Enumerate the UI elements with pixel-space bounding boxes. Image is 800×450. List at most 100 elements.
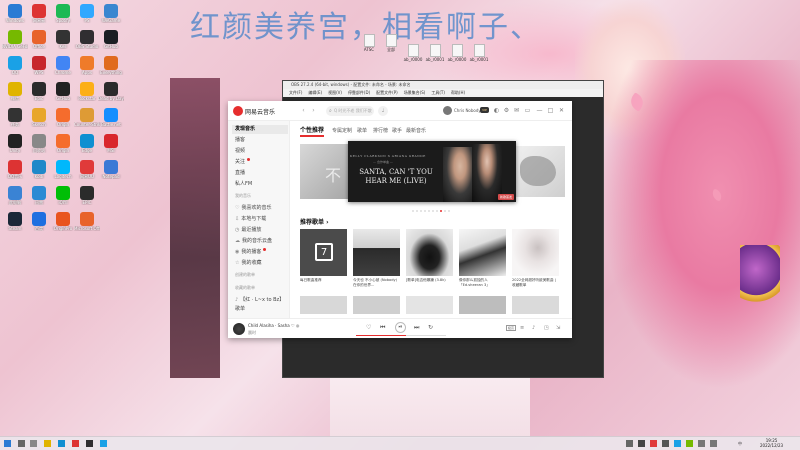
tab-1[interactable]: 专属定制 [332, 127, 352, 135]
playlist-cover[interactable] [459, 229, 506, 276]
gear-icon[interactable]: ⚙ [503, 107, 510, 114]
mail-icon[interactable]: ✉ [513, 107, 520, 114]
obs-menu-bar[interactable]: 文件(F) 编辑(E) 视图(V) 停靠部件(D) 配置文件(P) 场景集合(S) 工具(T… [283, 89, 603, 97]
minimize-icon[interactable]: — [536, 107, 543, 114]
loop-icon[interactable]: ↻ [428, 324, 433, 332]
desktop-icon[interactable]: Origin [50, 108, 76, 134]
playlist-cover-row2[interactable] [512, 296, 559, 314]
sidebar-item[interactable]: ◷ 最近播放 [232, 226, 288, 235]
edge-icon[interactable] [58, 440, 65, 447]
forward-arrow-icon[interactable]: › [310, 107, 317, 114]
desktop-icon[interactable]: Notepad [98, 160, 124, 186]
now-playing-artist[interactable]: 晨时 [248, 330, 256, 336]
volume-icon[interactable]: ♪ [532, 325, 535, 331]
fullscreen-icon[interactable]: ⇲ [556, 325, 560, 331]
avatar[interactable] [443, 106, 452, 115]
tab-4[interactable]: 歌手 [392, 127, 402, 135]
qq-taskbar-icon[interactable] [100, 440, 107, 447]
lyrics-icon[interactable]: ◳ [544, 325, 549, 331]
playlist-cover[interactable] [353, 229, 400, 276]
playlist-title[interactable]: 2022全网超好听欧美歌曲 | 收藏歌单 [512, 278, 559, 288]
tray-icon[interactable] [638, 440, 645, 447]
desktop-icon[interactable]: GitHub [98, 30, 124, 56]
now-playing-song[interactable]: Child Alasiha · Sasha ♡ ◎ [248, 323, 299, 328]
desktop-icon[interactable]: Epic [26, 82, 52, 108]
desktop-icon[interactable]: NVIDIA GeForce [2, 30, 28, 56]
playlist-title[interactable]: 每日歌曲推荐 [300, 278, 347, 288]
desktop-icon[interactable]: Steam [2, 212, 28, 238]
desktop-icon[interactable]: Kodi [26, 160, 52, 186]
close-icon[interactable]: ✕ [558, 107, 565, 114]
task-view-icon[interactable] [30, 440, 37, 447]
obs-menu-item[interactable]: 帮助(H) [451, 90, 465, 95]
desktop-icon[interactable]: 任务 [2, 108, 28, 134]
playlist-title[interactable]: [歌单]电吉他暴躁 (3.8k) [406, 278, 453, 288]
desktop-icon[interactable]: Battle.net [98, 108, 124, 134]
desktop-file[interactable]: ab_r0001 [466, 44, 492, 68]
desktop-icon[interactable]: Spotify [50, 4, 76, 30]
search-input[interactable]: ⌕ Q 时光不老 我们不散 [326, 106, 374, 116]
desktop-icon[interactable]: Chrome [50, 56, 76, 82]
desktop-icon[interactable]: Dead by Daylight [98, 82, 124, 108]
playlist-cover-row2[interactable] [300, 296, 347, 314]
desktop-icon[interactable]: Office [26, 30, 52, 56]
banner-dot[interactable] [412, 210, 414, 212]
banner-dot[interactable] [432, 210, 434, 212]
sidebar-item[interactable]: 直播 [232, 169, 288, 178]
sidebar-item[interactable]: ♪ 【红 · L~x to Bz】 歌单 [232, 296, 288, 312]
tray-icon[interactable] [626, 440, 633, 447]
start-icon[interactable] [4, 440, 11, 447]
desktop-icon[interactable]: Sketch [26, 108, 52, 134]
banner-pagination[interactable] [412, 207, 452, 214]
desktop-icon[interactable]: WPS [26, 56, 52, 82]
desktop-icon[interactable]: Counter-Strike [74, 108, 100, 134]
tray-icon[interactable] [662, 440, 669, 447]
recommend-title[interactable]: 推荐歌单 › [300, 217, 329, 226]
netease-music-taskbar-icon[interactable] [72, 440, 79, 447]
like-icon[interactable]: ♡ [366, 324, 371, 332]
playlist-icon[interactable]: ≡ [520, 325, 524, 331]
obs-menu-item[interactable]: 停靠部件(D) [348, 90, 370, 95]
search-icon[interactable] [18, 440, 25, 447]
banner-prev[interactable]: 不 [300, 144, 355, 199]
skin-icon[interactable]: ◐ [493, 107, 500, 114]
playlist-cover[interactable]: 7 [300, 229, 347, 276]
desktop-icon[interactable]: MSI [98, 134, 124, 160]
progress-slider[interactable] [356, 335, 446, 336]
desktop-icon[interactable]: 网易云 [26, 4, 52, 30]
desktop-icon[interactable]: 此电脑 [2, 186, 28, 212]
desktop-icon[interactable]: QQ [2, 56, 28, 82]
banner-dot[interactable] [448, 210, 450, 212]
playlist-card[interactable]: [歌单]电吉他暴躁 (3.8k) [406, 229, 453, 288]
mini-mode-icon[interactable]: ▭ [524, 107, 531, 114]
desktop-icon[interactable]: PS [74, 4, 100, 30]
desktop-icon[interactable]: 网易UU [74, 160, 100, 186]
desktop-icon[interactable]: QQ音乐 [2, 160, 28, 186]
desktop-icon[interactable]: Keil [50, 30, 76, 56]
desktop-icon[interactable]: EPIC [74, 186, 100, 212]
desktop-icon[interactable]: Microsoft Office [74, 212, 100, 238]
obs-taskbar-icon[interactable] [86, 440, 93, 447]
playlist-cover-row2[interactable] [353, 296, 400, 314]
sidebar-item[interactable]: ♡ 我喜欢的音乐 [232, 204, 288, 213]
desktop-icon[interactable]: OriginPro [50, 212, 76, 238]
desktop-icon[interactable]: Unity [2, 134, 28, 160]
sidebar-item[interactable]: 播客 [232, 136, 288, 145]
banner-dot[interactable] [420, 210, 422, 212]
sidebar-item[interactable]: 私人FM [232, 180, 288, 189]
play-pause-button[interactable]: ⏯ [395, 322, 406, 333]
banner-next[interactable] [515, 146, 565, 197]
banner-main[interactable]: KELLY CLARKSON X ARIANA GRANDE — 合作单曲 — … [348, 141, 516, 202]
banner-dot[interactable] [444, 210, 446, 212]
playlist-card[interactable]: 今天也 不小心被 (Nobody) 在你的世界... [353, 229, 400, 288]
microphone-icon[interactable]: ♩ [378, 106, 388, 116]
desktop-icon[interactable]: Windows [2, 4, 28, 30]
obs-menu-item[interactable]: 视图(V) [328, 90, 342, 95]
obs-menu-item[interactable]: 工具(T) [431, 90, 445, 95]
tab-5[interactable]: 最新音乐 [406, 127, 426, 135]
desktop-icon[interactable]: Origin [50, 134, 76, 160]
desktop-icon[interactable]: 迅雷 [26, 186, 52, 212]
back-arrow-icon[interactable]: ‹ [300, 107, 307, 114]
playlist-cover[interactable] [512, 229, 559, 276]
obs-menu-item[interactable]: 场景集合(S) [404, 90, 426, 95]
